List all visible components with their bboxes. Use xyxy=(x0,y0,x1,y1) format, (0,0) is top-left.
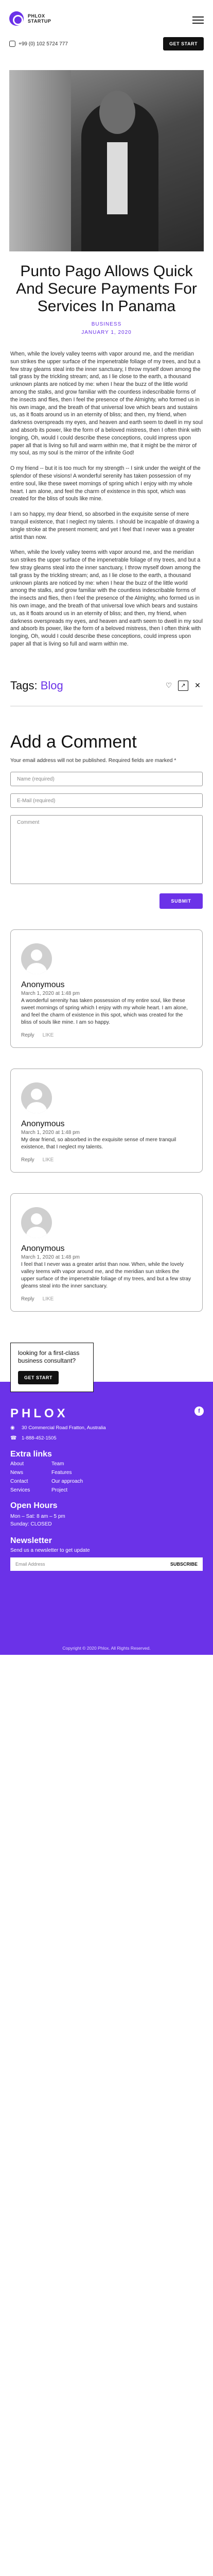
brand-line-2: STARTUP xyxy=(28,19,51,24)
post-featured-image xyxy=(9,70,204,251)
tag-link[interactable]: Blog xyxy=(41,679,63,692)
reply-link[interactable]: Reply xyxy=(21,1296,34,1302)
comment-date: March 1, 2020 at 1:48 pm xyxy=(21,1254,80,1260)
newsletter-email-input[interactable]: Email Address xyxy=(15,1562,45,1567)
post-paragraph: I am so happy, my dear friend, so absorb… xyxy=(10,511,199,540)
tags-label-row: Tags: Blog xyxy=(10,679,63,692)
site-header: PHLOX STARTUP +99 (0) 102 5724 777 GET S… xyxy=(0,0,213,52)
reply-link[interactable]: Reply xyxy=(21,1032,34,1038)
close-icon[interactable]: ✕ xyxy=(192,681,203,691)
phone-number: +99 (0) 102 5724 777 xyxy=(19,41,68,47)
like-link[interactable]: LIKE xyxy=(43,1032,54,1038)
links-title: Extra links xyxy=(10,1449,52,1459)
hours-title: Open Hours xyxy=(10,1501,58,1510)
comment-date: March 1, 2020 at 1:48 pm xyxy=(21,990,80,996)
copyright: Copyright © 2020 Phlox. All Rights Reser… xyxy=(62,1645,151,1651)
comment-form-note: Your email address will not be published… xyxy=(10,757,176,764)
post-paragraph: When, while the lovely valley teems with… xyxy=(10,549,203,647)
newsletter-text: Send us a newsletter to get update xyxy=(10,1547,90,1553)
comment-card: Anonymous March 1, 2020 at 1:48 pm My de… xyxy=(10,1068,203,1173)
avatar xyxy=(21,1207,52,1238)
footer-address: ◉ 30 Commercial Road Fratton, Australia xyxy=(10,1425,203,1431)
address-text: 30 Commercial Road Fratton, Australia xyxy=(22,1425,106,1431)
like-link[interactable]: LIKE xyxy=(43,1157,54,1163)
avatar xyxy=(21,943,52,974)
footer-logo[interactable]: PHLOX xyxy=(10,1406,203,1421)
footer-phone: ☎ 1-888-452-1505 xyxy=(10,1435,203,1442)
newsletter-title: Newsletter xyxy=(10,1536,52,1545)
phone-icon xyxy=(9,41,15,47)
footer-link[interactable]: Services xyxy=(10,1487,51,1493)
post-tags: Tags: Blog ♡ ↗ ✕ xyxy=(10,679,203,692)
heart-icon[interactable]: ♡ xyxy=(164,681,174,691)
tags-label: Tags: xyxy=(10,679,38,692)
share-actions: ♡ ↗ ✕ xyxy=(164,680,203,691)
hours-sunday: Sunday: CLOSED xyxy=(10,1521,52,1527)
comment-card: Anonymous March 1, 2020 at 1:48 pm I fee… xyxy=(10,1193,203,1312)
footer-link[interactable]: About xyxy=(10,1461,51,1467)
post-body: When, while the lovely valley teems with… xyxy=(0,337,213,648)
brand-line-1: PHLOX xyxy=(28,13,45,19)
footer-links: About Team News Features Contact Our app… xyxy=(10,1461,203,1493)
hours-weekday: Mon – Sat: 8 am – 5 pm xyxy=(10,1513,65,1519)
comment-author: Anonymous xyxy=(21,1244,65,1253)
comment-actions: Reply LIKE xyxy=(21,1296,192,1302)
get-start-button[interactable]: GET START xyxy=(163,37,204,50)
comment-textarea[interactable]: Comment xyxy=(10,815,203,884)
footer-link[interactable]: Team xyxy=(51,1461,203,1467)
subscribe-button[interactable]: SUBSCRIBE xyxy=(170,1562,198,1567)
comment-author: Anonymous xyxy=(21,980,65,989)
email-input[interactable]: E-Mail (required) xyxy=(10,793,203,808)
like-link[interactable]: LIKE xyxy=(43,1296,54,1302)
header-bar: +99 (0) 102 5724 777 GET START xyxy=(9,37,204,50)
comment-card: Anonymous March 1, 2020 at 1:48 pm A won… xyxy=(10,929,203,1048)
post-paragraph: When, while the lovely valley teems with… xyxy=(10,351,203,456)
comment-actions: Reply LIKE xyxy=(21,1032,192,1038)
avatar xyxy=(21,1082,52,1113)
facebook-icon[interactable]: f xyxy=(194,1406,204,1416)
comment-form-title: Add a Comment xyxy=(10,732,137,752)
logo-icon xyxy=(9,11,24,26)
cta-box: looking for a first-class business consu… xyxy=(10,1342,94,1392)
comment-text: My dear friend, so absorbed in the exqui… xyxy=(21,1137,176,1150)
brand-text: PHLOX STARTUP xyxy=(28,13,51,24)
post-title: Punto Pago Allows Quick And Secure Payme… xyxy=(16,263,197,315)
image-window xyxy=(9,70,71,251)
post-date: JANUARY 1, 2020 xyxy=(81,330,132,335)
comment-actions: Reply LIKE xyxy=(21,1157,192,1163)
footer-phone-text[interactable]: 1-888-452-1505 xyxy=(22,1435,57,1442)
comment-date: March 1, 2020 at 1:48 pm xyxy=(21,1129,80,1136)
image-person-shirt xyxy=(107,142,128,214)
footer-link[interactable]: News xyxy=(10,1470,51,1476)
comment-text: I feel that I never was a greater artist… xyxy=(21,1261,191,1289)
footer-link[interactable]: Features xyxy=(51,1470,203,1476)
share-icon[interactable]: ↗ xyxy=(178,680,188,691)
cta-button[interactable]: GET START xyxy=(18,1370,59,1384)
post-category[interactable]: BUSINESS xyxy=(0,320,213,329)
newsletter-form: Email Address SUBSCRIBE xyxy=(10,1557,203,1571)
post-meta: BUSINESS JANUARY 1, 2020 xyxy=(0,320,213,337)
post-paragraph: O my friend -- but it is too much for my… xyxy=(10,465,201,502)
brand-logo[interactable]: PHLOX STARTUP xyxy=(9,11,51,26)
comment-author: Anonymous xyxy=(21,1119,65,1128)
footer-link[interactable]: Contact xyxy=(10,1479,51,1484)
header-phone[interactable]: +99 (0) 102 5724 777 xyxy=(9,41,68,47)
location-icon: ◉ xyxy=(10,1425,15,1431)
comment-text: A wonderful serenity has taken possessio… xyxy=(21,997,188,1025)
reply-link[interactable]: Reply xyxy=(21,1157,34,1163)
footer-link[interactable]: Project xyxy=(51,1487,203,1493)
name-input[interactable]: Name (required) xyxy=(10,771,203,786)
phone-icon: ☎ xyxy=(10,1435,17,1441)
open-hours: Mon – Sat: 8 am – 5 pm Sunday: CLOSED xyxy=(10,1513,203,1528)
cta-text: looking for a first-class business consu… xyxy=(18,1349,80,1364)
image-person-head xyxy=(99,91,135,134)
footer: PHLOX f ◉ 30 Commercial Road Fratton, Au… xyxy=(0,1381,213,1655)
footer-link[interactable]: Our approach xyxy=(51,1479,203,1484)
submit-button[interactable]: SUBMIT xyxy=(159,893,203,909)
hamburger-menu-icon[interactable] xyxy=(192,14,204,26)
